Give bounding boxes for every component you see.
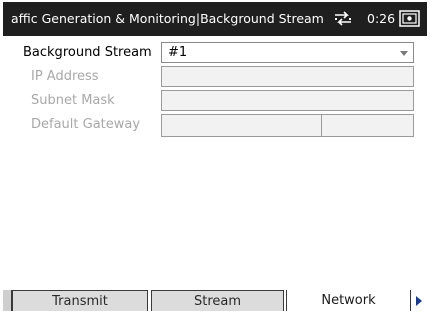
ip-address-row: IP Address bbox=[17, 66, 417, 89]
battery-icon bbox=[399, 10, 421, 27]
tab-transmit[interactable]: Transmit bbox=[12, 290, 148, 311]
default-gateway-row: Default Gateway bbox=[17, 114, 417, 137]
default-gateway-field bbox=[161, 114, 322, 137]
chevron-right-icon bbox=[416, 296, 422, 306]
clock-time: 0:26 bbox=[367, 11, 396, 26]
ip-address-field bbox=[161, 66, 414, 87]
tab-scroll-left-stub bbox=[3, 290, 12, 311]
tab-scroll-right-button[interactable] bbox=[410, 290, 427, 311]
subnet-mask-label: Subnet Mask bbox=[31, 93, 115, 108]
subnet-mask-row: Subnet Mask bbox=[17, 90, 417, 113]
background-stream-row: Background Stream #1 bbox=[17, 42, 417, 65]
tab-network[interactable]: Network bbox=[286, 290, 410, 311]
title-bar: affic Generation & Monitoring|Background… bbox=[3, 2, 427, 36]
chevron-down-icon bbox=[400, 51, 408, 56]
app-window: affic Generation & Monitoring|Background… bbox=[3, 2, 427, 311]
default-gateway-label: Default Gateway bbox=[31, 117, 141, 132]
subnet-mask-field bbox=[161, 90, 414, 111]
background-stream-label: Background Stream bbox=[23, 45, 152, 60]
ip-address-label: IP Address bbox=[31, 69, 99, 84]
tab-stream[interactable]: Stream bbox=[151, 290, 284, 311]
background-stream-value: #1 bbox=[168, 45, 188, 60]
window-title: affic Generation & Monitoring|Background… bbox=[11, 11, 324, 26]
network-activity-icon bbox=[333, 11, 353, 27]
bottom-tab-bar: Transmit Stream Network bbox=[3, 290, 427, 311]
background-stream-select[interactable]: #1 bbox=[161, 42, 414, 63]
default-gateway-secondary-field bbox=[321, 114, 414, 137]
